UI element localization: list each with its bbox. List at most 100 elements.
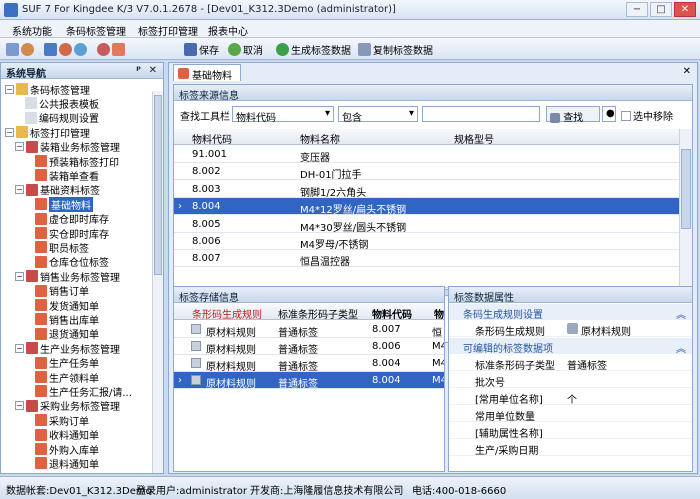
source-scroll-thumb[interactable] bbox=[681, 149, 691, 229]
nav-item[interactable]: − 生产业务标签管理 bbox=[15, 341, 120, 356]
nav-item[interactable]: − 标签打印管理 bbox=[5, 125, 90, 140]
group-icon[interactable] bbox=[74, 42, 87, 56]
table-row[interactable]: 原材料规则 普通标签 8.004 M4 bbox=[174, 355, 444, 373]
nav-item[interactable]: 仓库仓位标签 bbox=[35, 255, 109, 269]
table-row[interactable]: 8.002 DH-01门拉手 bbox=[174, 163, 680, 181]
copy-label-button[interactable]: 复制标签数据 bbox=[358, 41, 433, 57]
expand-icon[interactable]: − bbox=[15, 185, 24, 195]
table-row[interactable]: › 8.004 M4*12罗丝/扁头不锈钢 bbox=[174, 198, 680, 216]
col-code[interactable]: 物料代码 bbox=[372, 306, 412, 321]
remove-selected-toggle[interactable]: 选中移除 bbox=[621, 108, 673, 123]
property-row[interactable]: [常用单位名称] 个 bbox=[449, 389, 692, 406]
operator-select[interactable]: 包含 ▾ bbox=[338, 106, 418, 124]
menu-system[interactable]: 系统功能 bbox=[12, 23, 52, 38]
expand-icon[interactable]: − bbox=[15, 401, 24, 411]
search-input[interactable] bbox=[422, 106, 540, 122]
col-material-code[interactable]: 物料代码 bbox=[192, 131, 232, 146]
nav-item[interactable]: − 装箱业务标签管理 bbox=[15, 140, 120, 154]
property-row[interactable]: 标准条形码子类型 普通标签 bbox=[449, 355, 692, 372]
user-icon[interactable] bbox=[21, 42, 34, 56]
nav-item[interactable]: 外购入库单 bbox=[35, 442, 99, 457]
table-row[interactable]: 8.006 M4罗母/不锈钢 bbox=[174, 233, 680, 251]
table-row[interactable]: 8.007 恒昌温控器 bbox=[174, 250, 680, 268]
generate-label-button[interactable]: 生成标签数据 bbox=[276, 41, 351, 57]
property-value[interactable]: 普通标签 bbox=[567, 357, 607, 372]
nav-item[interactable]: 虚仓即时库存 bbox=[35, 212, 109, 226]
nav-item[interactable]: 职员标签 bbox=[35, 240, 89, 255]
nav-item[interactable]: 采购订单 bbox=[35, 413, 89, 428]
remove-selected-checkbox[interactable] bbox=[621, 110, 631, 121]
close-tab-icon[interactable]: ✕ bbox=[683, 66, 691, 77]
book-icon[interactable] bbox=[44, 42, 57, 56]
nav-item[interactable]: 退货通知单 bbox=[35, 327, 99, 341]
maximize-button[interactable]: □ bbox=[650, 2, 672, 17]
col-material-name[interactable]: 物料名称 bbox=[300, 131, 340, 146]
nav-item[interactable]: 公共报表模板 bbox=[25, 96, 99, 111]
cancel-button[interactable]: 取消 bbox=[228, 41, 263, 57]
expand-icon[interactable]: − bbox=[15, 271, 24, 281]
expand-icon[interactable]: − bbox=[5, 84, 14, 94]
table-row[interactable]: 原材料规则 普通标签 8.006 M4 bbox=[174, 338, 444, 356]
nav-item[interactable]: 实仓即时库存 bbox=[35, 226, 109, 241]
nav-scroll-thumb[interactable] bbox=[154, 95, 162, 275]
col-more[interactable]: 物 bbox=[434, 306, 444, 321]
expand-icon[interactable]: − bbox=[15, 343, 24, 353]
find-options-button[interactable]: ● bbox=[602, 106, 616, 122]
table-row[interactable]: 8.003 钢脚1/2六角头 bbox=[174, 181, 680, 199]
table-row[interactable]: 原材料规则 普通标签 8.007 恒 bbox=[174, 321, 444, 339]
table-row[interactable]: 8.005 M4*30罗丝/圆头不锈钢 bbox=[174, 216, 680, 234]
col-subtype[interactable]: 标准条形码子类型 bbox=[278, 306, 358, 321]
section-editable-items[interactable]: 可编辑的标签数据项 ︽ bbox=[449, 338, 692, 355]
col-spec[interactable]: 规格型号 bbox=[454, 131, 494, 146]
nav-item[interactable]: − 采购业务标签管理 bbox=[15, 399, 120, 413]
nav-item[interactable]: 销售出库单 bbox=[35, 312, 99, 327]
minimize-button[interactable]: − bbox=[626, 2, 648, 17]
nav-item[interactable]: − 基础资料标签 bbox=[15, 183, 100, 197]
menu-report[interactable]: 报表中心 bbox=[208, 23, 248, 38]
nav-item[interactable]: 退料通知单 bbox=[35, 456, 99, 471]
save-button[interactable]: 保存 bbox=[184, 41, 219, 57]
nav-item[interactable]: 生产任务汇报/请... bbox=[35, 384, 132, 399]
nav-item[interactable]: 装箱单查看 bbox=[35, 168, 99, 183]
prop-rule[interactable]: 条形码生成规则 原材料规则 bbox=[449, 321, 692, 338]
section-rule-settings[interactable]: 条码生成规则设置 ︽ bbox=[449, 304, 692, 321]
property-value[interactable]: 个 bbox=[567, 391, 577, 406]
lock-icon[interactable] bbox=[112, 42, 125, 56]
property-row[interactable]: [辅助属性名称] bbox=[449, 423, 692, 440]
table-row[interactable]: › 原材料规则 普通标签 8.004 M4 bbox=[174, 372, 444, 390]
tab-basic-material[interactable]: 基础物料 bbox=[173, 64, 241, 82]
collapse-icon[interactable]: ︽ bbox=[676, 340, 686, 355]
report-icon bbox=[35, 313, 47, 326]
table-row[interactable]: 91.001 变压器 bbox=[174, 146, 680, 164]
close-window-button[interactable]: ✕ bbox=[674, 2, 696, 17]
source-scrollbar[interactable] bbox=[679, 129, 692, 287]
field-select[interactable]: 物料代码 ▾ bbox=[232, 106, 334, 124]
person-icon[interactable] bbox=[97, 42, 110, 56]
nav-item[interactable]: 编码规则设置 bbox=[25, 111, 99, 125]
expand-icon[interactable]: − bbox=[15, 142, 24, 152]
layout-icon[interactable] bbox=[6, 42, 19, 56]
property-row[interactable]: 生产/采购日期 bbox=[449, 440, 692, 457]
nav-item-label: 外购入库单 bbox=[49, 445, 99, 457]
close-nav-icon[interactable]: ✕ bbox=[149, 65, 157, 76]
nav-item[interactable]: 销售订单 bbox=[35, 284, 89, 298]
nav-item[interactable]: 收料通知单 bbox=[35, 428, 99, 442]
expand-icon[interactable]: − bbox=[5, 127, 14, 137]
menu-barcode[interactable]: 条码标签管理 bbox=[66, 23, 126, 38]
property-row[interactable]: 常用单位数量 bbox=[449, 406, 692, 423]
nav-item[interactable]: 预装箱标签打印 bbox=[35, 154, 119, 169]
users-icon[interactable] bbox=[59, 42, 72, 56]
property-row[interactable]: 批次号 bbox=[449, 372, 692, 389]
nav-item[interactable]: − 销售业务标签管理 bbox=[15, 269, 120, 284]
nav-item[interactable]: 发货通知单 bbox=[35, 298, 99, 313]
nav-scrollbar[interactable] bbox=[152, 91, 163, 473]
nav-item[interactable]: 生产领料单 bbox=[35, 370, 99, 385]
find-button[interactable]: 查找 bbox=[546, 106, 600, 124]
menu-print[interactable]: 标签打印管理 bbox=[138, 23, 198, 38]
nav-item[interactable]: 基础物料 bbox=[35, 196, 93, 212]
collapse-icon[interactable]: ︽ bbox=[676, 306, 686, 321]
nav-item[interactable]: − 条码标签管理 bbox=[5, 82, 90, 97]
col-rule[interactable]: 条形码生成规则 bbox=[192, 306, 262, 321]
pin-icon[interactable]: ᵖ bbox=[136, 65, 141, 76]
nav-item[interactable]: 生产任务单 bbox=[35, 356, 99, 370]
